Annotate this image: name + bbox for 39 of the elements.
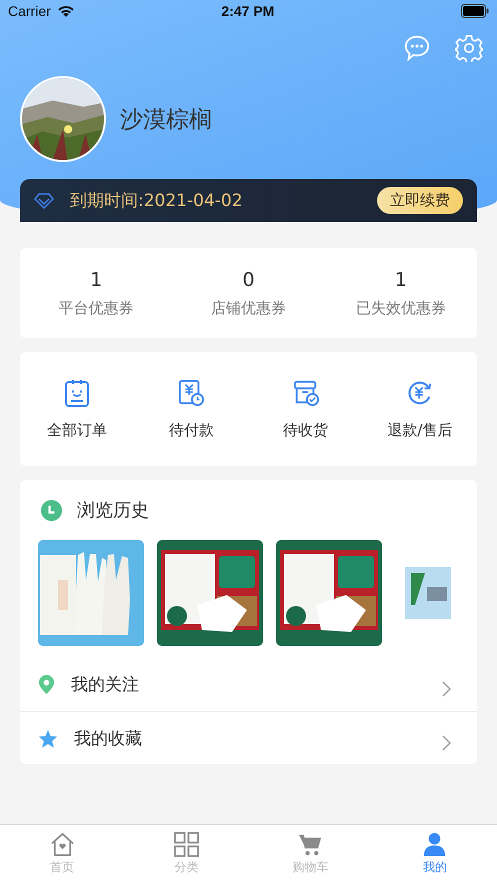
box-icon[interactable] <box>292 378 319 406</box>
refund-icon[interactable] <box>406 378 434 406</box>
tab[interactable]: 我的 <box>372 825 497 883</box>
coupon-label[interactable]: 店铺优惠券 <box>210 298 286 318</box>
diamond-icon <box>34 192 54 209</box>
expiry-date: 到期时间:2021-04-02 <box>70 190 244 212</box>
order-label[interactable]: 退款/售后 <box>387 420 452 440</box>
cart-icon <box>298 832 324 857</box>
coupon-label[interactable]: 已失效优惠券 <box>356 298 446 318</box>
coupon-label[interactable]: 平台优惠券 <box>58 298 134 318</box>
home-icon <box>50 832 75 857</box>
clipboard-icon[interactable] <box>64 378 90 406</box>
renew-button[interactable]: 立即续费 <box>377 187 463 214</box>
coupon-count[interactable]: 0 <box>242 268 255 290</box>
user-name: 沙漠棕榈 <box>120 106 212 135</box>
receipt-icon[interactable] <box>178 378 204 406</box>
carrier-label: Carrier <box>8 3 51 20</box>
menu-label: 我的关注 <box>71 674 140 696</box>
order-label[interactable]: 全部订单 <box>47 420 108 440</box>
section-title: 浏览历史 <box>77 499 149 522</box>
chevron-icon <box>441 680 451 696</box>
battery-icon <box>461 4 489 18</box>
location-pin-icon <box>38 674 55 695</box>
star-icon <box>38 728 58 748</box>
coupon-count[interactable]: 1 <box>394 268 407 290</box>
person-icon <box>422 832 448 857</box>
chevron-icon <box>441 734 451 750</box>
menu-row[interactable]: 我的关注 <box>20 658 477 711</box>
order-label[interactable]: 待收货 <box>283 420 328 440</box>
clock-time: 2:47 PM <box>220 3 276 20</box>
menu-label: 我的收藏 <box>74 728 143 750</box>
clock-icon <box>40 498 63 522</box>
grid-icon <box>174 832 199 857</box>
settings-icon[interactable] <box>455 34 483 62</box>
wifi-icon <box>56 4 75 18</box>
coupon-count[interactable]: 1 <box>90 268 102 290</box>
chat-icon[interactable] <box>403 34 431 62</box>
menu-row[interactable]: 我的收藏 <box>20 711 477 765</box>
order-label[interactable]: 待付款 <box>168 420 214 440</box>
